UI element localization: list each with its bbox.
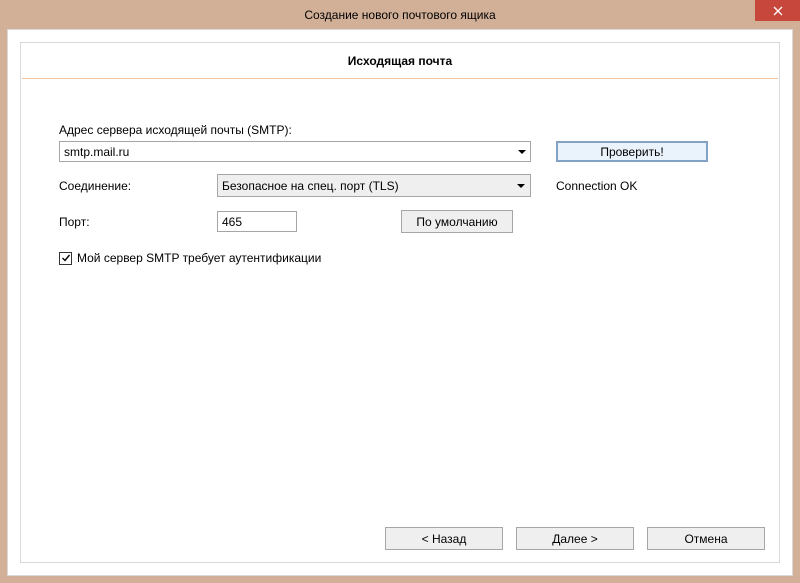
next-button[interactable]: Далее > (516, 527, 634, 550)
smtp-server-input[interactable] (59, 141, 531, 162)
checkmark-icon (61, 253, 71, 263)
close-icon (773, 6, 783, 16)
smtp-label: Адрес сервера исходящей почты (SMTP): (59, 123, 741, 137)
section-heading: Исходящая почта (21, 43, 779, 78)
form-area: Адрес сервера исходящей почты (SMTP): Пр… (59, 123, 741, 265)
connection-select[interactable]: Безопасное на спец. порт (TLS) (217, 174, 531, 197)
connection-status: Connection OK (556, 179, 637, 193)
heading-divider (22, 78, 778, 79)
smtp-dropdown-button[interactable] (513, 142, 530, 161)
auth-required-label: Мой сервер SMTP требует аутентификации (77, 251, 321, 265)
verify-button[interactable]: Проверить! (556, 141, 708, 162)
wizard-footer: < Назад Далее > Отмена (385, 527, 765, 550)
mailbox-wizard-window: Создание нового почтового ящика Исходяща… (0, 0, 800, 583)
chevron-down-icon (518, 150, 526, 154)
smtp-server-combobox[interactable] (59, 141, 531, 162)
inner-frame: Исходящая почта Адрес сервера исходящей … (20, 42, 780, 563)
port-label: Порт: (59, 215, 217, 229)
chevron-down-icon (517, 184, 525, 188)
connection-value: Безопасное на спец. порт (TLS) (222, 179, 399, 193)
cancel-button[interactable]: Отмена (647, 527, 765, 550)
port-input[interactable] (217, 211, 297, 232)
connection-dropdown-button[interactable] (512, 175, 530, 196)
auth-required-checkbox[interactable] (59, 252, 72, 265)
window-title: Создание нового почтового ящика (0, 8, 800, 22)
back-button[interactable]: < Назад (385, 527, 503, 550)
default-port-button[interactable]: По умолчанию (401, 210, 513, 233)
titlebar[interactable]: Создание нового почтового ящика (0, 0, 800, 29)
connection-label: Соединение: (59, 179, 217, 193)
outer-frame: Исходящая почта Адрес сервера исходящей … (7, 29, 793, 576)
close-button[interactable] (755, 0, 800, 21)
